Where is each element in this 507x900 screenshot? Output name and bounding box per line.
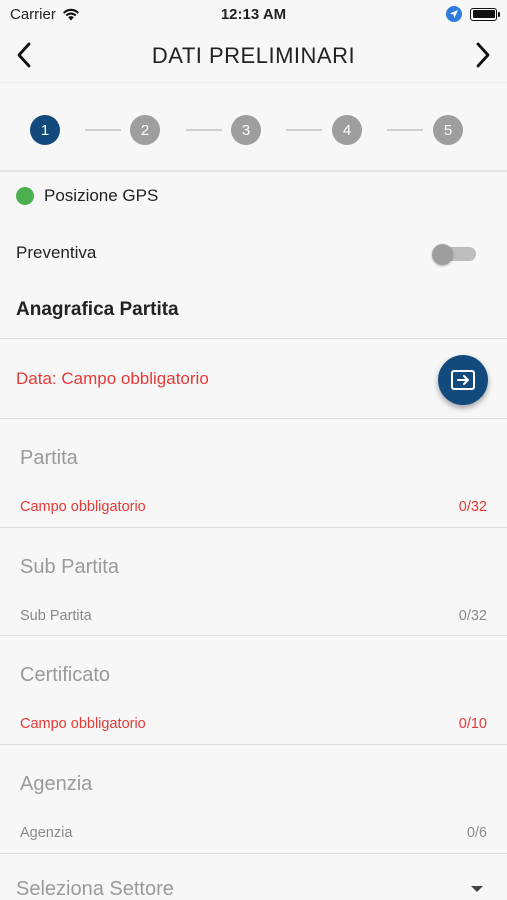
step-connector: [186, 129, 222, 131]
toggle-knob: [432, 244, 453, 265]
status-bar: Carrier 12:13 AM: [0, 0, 507, 30]
step-1[interactable]: 1: [30, 115, 60, 145]
partita-field[interactable]: Partita Campo obbligatorio 0/32: [0, 419, 507, 527]
divider: [0, 853, 507, 854]
agenzia-counter: 0/6: [466, 825, 487, 841]
certificato-label: Certificato: [20, 664, 111, 686]
chevron-right-icon: [476, 42, 490, 68]
next-button[interactable]: [467, 40, 497, 70]
divider: [0, 338, 507, 339]
agenzia-field[interactable]: Agenzia Agenzia 0/6: [0, 745, 507, 853]
step-connector: [387, 129, 423, 131]
nav-bar: DATI PRELIMINARI: [0, 30, 507, 82]
preventiva-label: Preventiva: [16, 243, 97, 262]
step-connector: [85, 129, 121, 131]
sub-partita-label: Sub Partita: [20, 556, 119, 578]
enter-button[interactable]: [438, 355, 488, 405]
agenzia-helper: Agenzia: [20, 825, 73, 841]
partita-label: Partita: [20, 447, 78, 469]
enter-icon: [451, 370, 475, 390]
certificato-counter: 0/10: [458, 716, 487, 732]
location-icon: [446, 6, 462, 22]
status-right: [446, 6, 500, 22]
step-4[interactable]: 4: [332, 115, 362, 145]
section-title: Anagrafica Partita: [16, 299, 179, 320]
partita-counter: 0/32: [458, 499, 487, 515]
stepper: 1 2 3 4 5: [0, 82, 507, 172]
settore-select[interactable]: Seleziona Settore: [16, 878, 174, 900]
agenzia-label: Agenzia: [20, 773, 93, 795]
preventiva-toggle[interactable]: [432, 244, 476, 265]
sub-partita-counter: 0/32: [458, 608, 487, 624]
step-3[interactable]: 3: [231, 115, 261, 145]
gps-label: Posizione GPS: [44, 186, 159, 205]
caret-down-icon[interactable]: [471, 886, 483, 892]
step-5[interactable]: 5: [433, 115, 463, 145]
status-time: 12:13 AM: [220, 6, 287, 23]
date-error[interactable]: Data: Campo obbligatorio: [16, 369, 209, 389]
page-title: DATI PRELIMINARI: [151, 43, 356, 68]
partita-helper: Campo obbligatorio: [20, 499, 146, 515]
gps-status: Posizione GPS: [16, 186, 158, 206]
certificato-helper: Campo obbligatorio: [20, 716, 146, 732]
certificato-field[interactable]: Certificato Campo obbligatorio 0/10: [0, 636, 507, 744]
battery-icon: [470, 7, 500, 21]
step-2[interactable]: 2: [130, 115, 160, 145]
step-connector: [286, 129, 322, 131]
sub-partita-helper: Sub Partita: [20, 608, 92, 624]
sub-partita-field[interactable]: Sub Partita Sub Partita 0/32: [0, 528, 507, 635]
gps-status-indicator: [16, 187, 34, 205]
